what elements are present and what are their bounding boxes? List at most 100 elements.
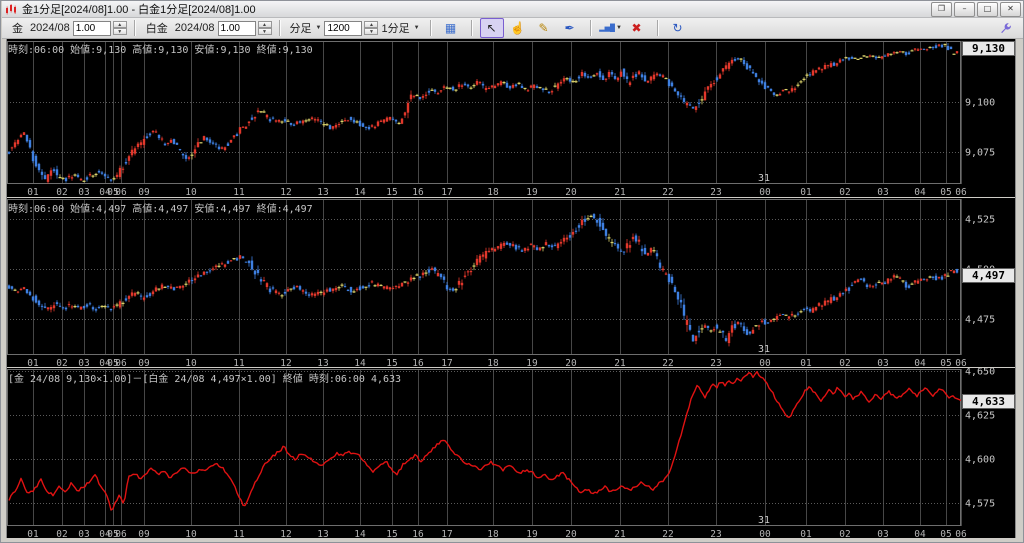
cursor-select-button[interactable]: ↖ xyxy=(480,18,504,38)
date-label: 31 xyxy=(758,515,770,526)
spin-down-button[interactable]: ▼ xyxy=(113,28,127,35)
time-tick-label: 17 xyxy=(441,358,452,367)
minimize-button[interactable]: – xyxy=(954,2,975,17)
time-tick-label: 06 xyxy=(955,529,967,538)
date-label: 31 xyxy=(758,173,770,184)
platinum-contract-month: 2024/08 xyxy=(175,22,215,34)
time-tick-label: 19 xyxy=(526,358,538,367)
chevron-down-icon: ▼ xyxy=(414,25,420,31)
spin-down-button[interactable]: ▼ xyxy=(364,28,378,35)
app-icon xyxy=(5,4,18,15)
pencil-draw-button[interactable]: ✎ xyxy=(532,18,556,38)
indicator-delete-icon: ✖ xyxy=(632,21,642,35)
time-tick-label: 06 xyxy=(955,187,967,197)
spread-chart-canvas[interactable]: 4,6504,6254,6004,57501020304050609101112… xyxy=(1,368,1024,538)
window-border-left xyxy=(1,39,7,543)
time-tick-label: 16 xyxy=(412,187,424,197)
spread-line xyxy=(9,372,961,510)
gold-chart-canvas[interactable]: 9,1009,075010203040506091011121314151617… xyxy=(1,39,1024,197)
spin-up-button[interactable]: ▲ xyxy=(113,21,127,28)
time-tick-label: 10 xyxy=(185,529,197,538)
title-bar[interactable]: 金1分足[2024/08]1.00 - 白金1分足[2024/08]1.00 ❐… xyxy=(2,1,1024,18)
time-tick-label: 17 xyxy=(441,187,452,197)
time-tick-label: 01 xyxy=(800,358,812,367)
time-tick-label: 22 xyxy=(662,187,673,197)
platinum-chart-panel: 4,5254,5004,4750102030405060910111213141… xyxy=(1,198,1024,367)
gridlines xyxy=(7,41,962,184)
date-label: 31 xyxy=(758,344,770,355)
time-tick-label: 23 xyxy=(710,187,721,197)
time-tick-label: 03 xyxy=(877,358,888,367)
toolbar-separator xyxy=(279,20,280,36)
time-tick-label: 01 xyxy=(27,529,39,538)
spin-up-button[interactable]: ▲ xyxy=(364,21,378,28)
pen-draw-button[interactable]: ✒ xyxy=(558,18,582,38)
period-dropdown[interactable]: 分足▼ xyxy=(287,19,325,37)
price-tick-label: 4,525 xyxy=(965,215,995,226)
time-tick-label: 15 xyxy=(386,529,397,538)
time-tick-label: 03 xyxy=(78,358,89,367)
settings-wrench-button[interactable] xyxy=(999,22,1012,35)
time-tick-label: 10 xyxy=(185,358,197,367)
indicator-chart-icon: ▂▅█ xyxy=(599,24,615,32)
price-tick-label: 4,650 xyxy=(965,368,995,378)
time-tick-label: 02 xyxy=(839,358,850,367)
spin-down-button[interactable]: ▼ xyxy=(258,28,272,35)
time-tick-label: 18 xyxy=(487,187,499,197)
time-tick-label: 23 xyxy=(710,529,721,538)
indicator-delete-button[interactable]: ✖ xyxy=(625,18,649,38)
time-tick-label: 22 xyxy=(662,358,673,367)
time-tick-label: 01 xyxy=(800,187,812,197)
price-tick-label: 4,625 xyxy=(965,411,995,422)
tool-button-group: ▦ ↖☝✎✒ ▂▅█▼ ✖ ↻ xyxy=(423,18,691,38)
window-border-right xyxy=(1015,39,1024,543)
time-tick-label: 12 xyxy=(280,529,291,538)
chart-type-dropdown[interactable]: 1分足▼ xyxy=(378,19,422,37)
price-tick-label: 4,600 xyxy=(965,455,995,466)
time-tick-label: 20 xyxy=(565,187,577,197)
chart-window-icon: ▦ xyxy=(445,21,456,35)
close-button[interactable]: ✕ xyxy=(1000,2,1021,17)
time-tick-label: 03 xyxy=(877,529,888,538)
chart-window-button[interactable]: ▦ xyxy=(439,18,463,38)
price-axis-labels: 9,1009,075 xyxy=(965,98,995,159)
time-tick-label: 10 xyxy=(185,187,197,197)
indicator-chart-button[interactable]: ▂▅█▼ xyxy=(599,18,623,38)
platinum-ratio-input[interactable] xyxy=(218,21,256,36)
gold-label: 金 xyxy=(12,20,23,36)
time-tick-label: 11 xyxy=(233,358,245,367)
gold-ratio-input[interactable] xyxy=(73,21,111,36)
time-tick-label: 12 xyxy=(280,358,291,367)
price-tick-label: 4,575 xyxy=(965,499,995,510)
gold-ohlc-readout: 時刻:06:00 始値:9,130 高値:9,130 安値:9,130 終値:9… xyxy=(8,41,313,56)
float-button[interactable]: ❐ xyxy=(931,2,952,17)
time-tick-label: 21 xyxy=(614,529,626,538)
platinum-chart-canvas[interactable]: 4,5254,5004,4750102030405060910111213141… xyxy=(1,198,1024,367)
gold-chart-panel: 9,1009,075010203040506091011121314151617… xyxy=(1,39,1024,197)
maximize-button[interactable]: □ xyxy=(977,2,998,17)
refresh-button[interactable]: ↻ xyxy=(666,18,690,38)
time-tick-label: 09 xyxy=(138,358,150,367)
time-tick-label: 23 xyxy=(710,358,721,367)
time-tick-label: 19 xyxy=(526,187,538,197)
app-window: 金1分足[2024/08]1.00 - 白金1分足[2024/08]1.00 ❐… xyxy=(0,0,1024,543)
time-tick-label: 19 xyxy=(526,529,538,538)
time-tick-label: 05 xyxy=(940,358,951,367)
price-tick-label: 9,100 xyxy=(965,98,995,109)
platinum-last-price-box: 4,497 xyxy=(962,268,1015,283)
time-tick-label: 02 xyxy=(56,358,67,367)
time-tick-label: 00 xyxy=(759,187,771,197)
time-tick-label: 03 xyxy=(78,187,89,197)
spin-up-button[interactable]: ▲ xyxy=(258,21,272,28)
time-tick-label: 21 xyxy=(614,358,626,367)
bar-count-input[interactable] xyxy=(324,21,362,36)
gold-contract-month: 2024/08 xyxy=(30,22,70,34)
time-tick-label: 16 xyxy=(412,529,424,538)
time-tick-label: 03 xyxy=(877,187,888,197)
time-tick-label: 11 xyxy=(233,187,245,197)
time-tick-label: 13 xyxy=(317,187,328,197)
time-tick-label: 14 xyxy=(354,529,366,538)
time-tick-label: 11 xyxy=(233,529,245,538)
pan-hand-button[interactable]: ☝ xyxy=(506,18,530,38)
time-tick-label: 17 xyxy=(441,529,452,538)
